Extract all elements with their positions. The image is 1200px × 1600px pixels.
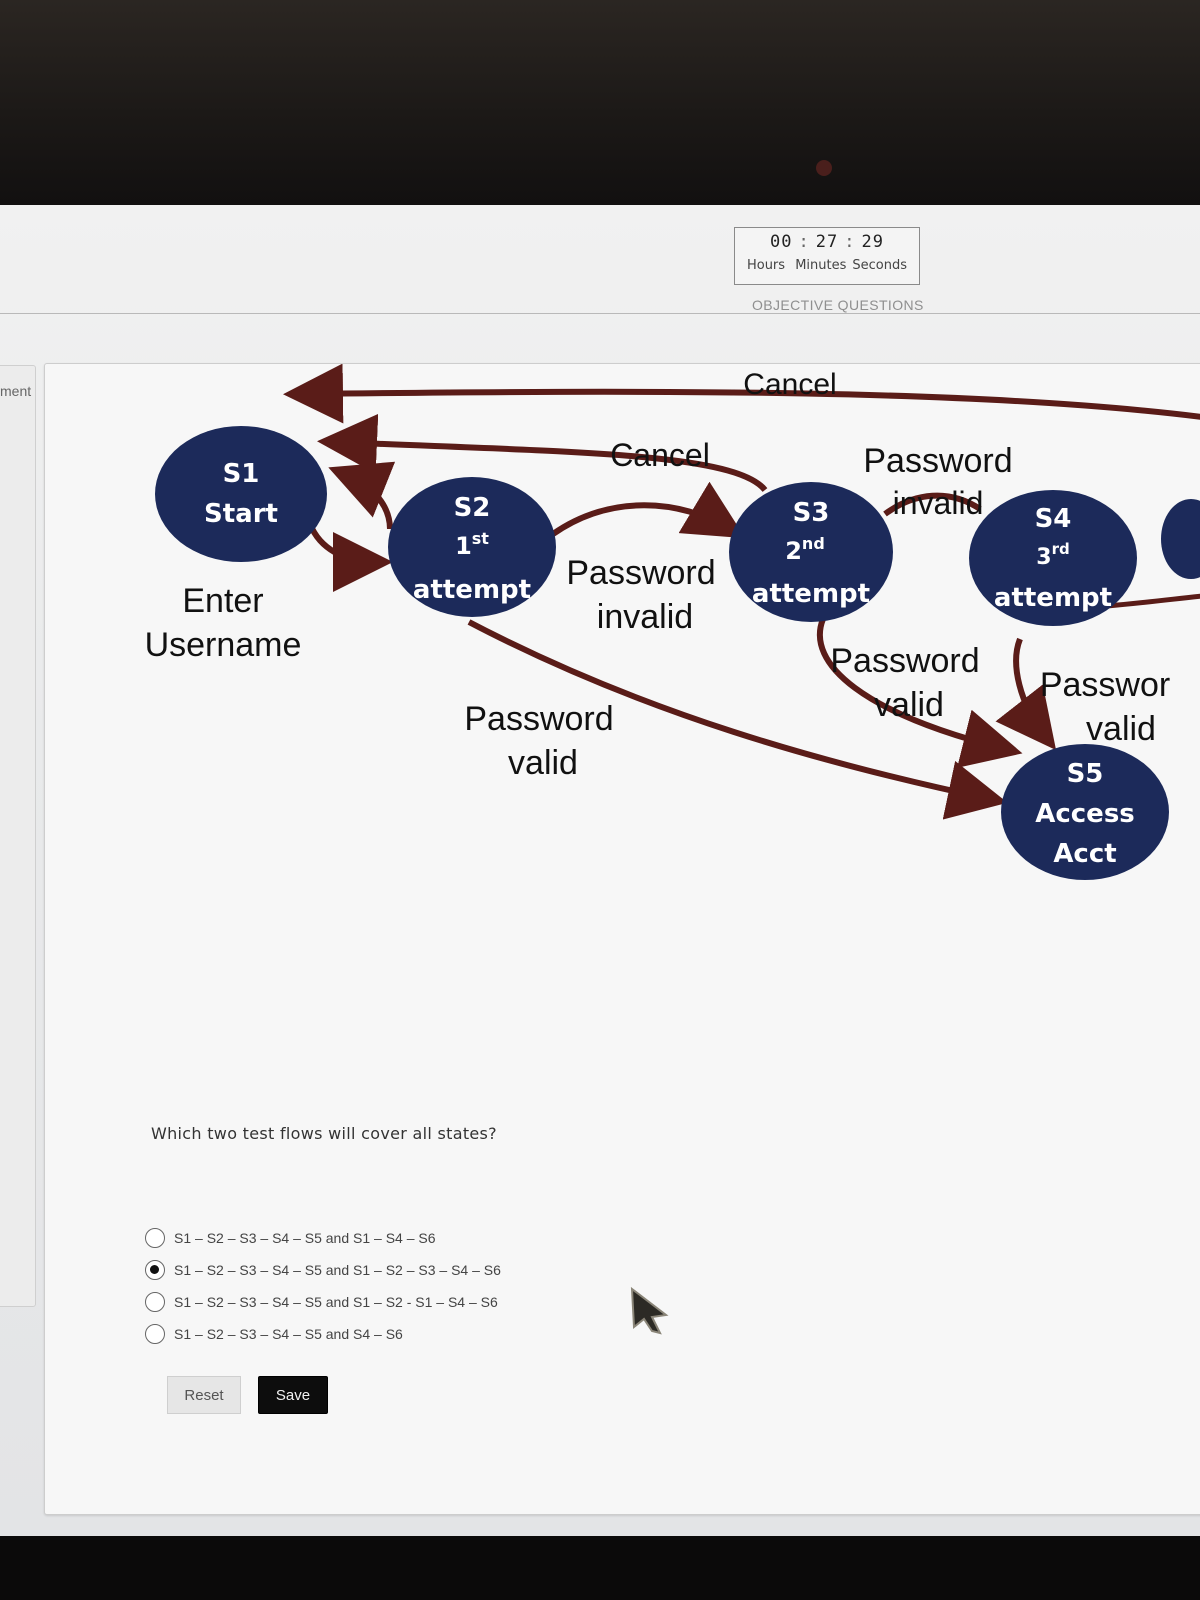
offscreen-state-node — [1161, 499, 1200, 579]
s4-ordinal-suffix: rd — [1052, 540, 1070, 558]
arrow-s2-s1 — [328, 461, 396, 530]
countdown-timer: 00:27:29 Hours Minutes Seconds — [734, 227, 920, 285]
s2-ordinal-number: 1 — [455, 532, 472, 560]
section-title: OBJECTIVE QUESTIONS — [752, 297, 924, 313]
save-button[interactable]: Save — [258, 1376, 328, 1414]
label-pw-invalid-a-2: invalid — [597, 598, 693, 636]
radio-button[interactable] — [145, 1228, 165, 1248]
arrow-s2-s3 — [551, 481, 746, 539]
label-pw-invalid-b-2: invalid — [893, 485, 984, 521]
laptop-bezel-bottom — [0, 1536, 1200, 1600]
label-enter: Enter — [182, 582, 263, 620]
timer-minutes: 27 — [815, 232, 839, 252]
label-pw-valid-c-1: Passwor — [1040, 666, 1170, 704]
webcam-indicator — [816, 160, 832, 176]
question-text: Which two test flows will cover all stat… — [151, 1124, 497, 1143]
s4-ordinal-number: 3 — [1036, 545, 1051, 570]
answer-option-2[interactable]: S1 – S2 – S3 – S4 – S5 and S1 – S2 – S3 … — [145, 1254, 501, 1286]
s2-ordinal-suffix: st — [472, 529, 490, 548]
s5-line2: Acct — [1053, 839, 1116, 869]
s4-id: S4 — [1035, 504, 1072, 534]
arrow-s3-s5 — [816, 617, 1023, 768]
s3-ordinal-number: 2 — [785, 537, 802, 565]
s1-id: S1 — [223, 459, 260, 489]
arrow-s1-s2 — [307, 522, 393, 592]
answer-option-1[interactable]: S1 – S2 – S3 – S4 – S5 and S1 – S4 – S6 — [145, 1222, 501, 1254]
label-pw-valid-a-1: Password — [464, 700, 613, 738]
timer-minutes-label: Minutes — [795, 258, 847, 273]
header-divider — [0, 313, 1200, 314]
s2-name: attempt — [413, 575, 531, 605]
s5-line1: Access — [1035, 799, 1135, 829]
side-panel-label: ment — [0, 383, 32, 399]
s3-id: S3 — [793, 498, 830, 528]
s1-name: Start — [204, 499, 278, 529]
radio-button[interactable] — [145, 1324, 165, 1344]
label-cancel-mid: Cancel — [610, 437, 710, 473]
laptop-bezel-top — [0, 0, 1200, 205]
answer-option-4[interactable]: S1 – S2 – S3 – S4 – S5 and S4 – S6 — [145, 1318, 501, 1350]
label-pw-valid-a-2: valid — [508, 744, 578, 782]
answer-option-3[interactable]: S1 – S2 – S3 – S4 – S5 and S1 – S2 - S1 … — [145, 1286, 501, 1318]
radio-button[interactable] — [145, 1292, 165, 1312]
s3-ordinal-suffix: nd — [802, 534, 825, 553]
label-username: Username — [145, 626, 302, 664]
question-card: S1 Start S2 1st attempt S3 2nd attempt S… — [44, 363, 1200, 1515]
s3-name: attempt — [752, 579, 870, 609]
label-pw-valid-b-2: valid — [874, 686, 944, 724]
s5-id: S5 — [1067, 759, 1104, 789]
answer-option-label: S1 – S2 – S3 – S4 – S5 and S1 – S2 - S1 … — [174, 1294, 498, 1310]
mouse-cursor-icon — [630, 1287, 669, 1335]
label-pw-valid-c-2: valid — [1086, 710, 1156, 748]
answer-option-label: S1 – S2 – S3 – S4 – S5 and S1 – S2 – S3 … — [174, 1262, 501, 1278]
timer-values: 00:27:29 — [770, 232, 884, 252]
label-cancel-top: Cancel — [743, 368, 836, 401]
timer-hours-label: Hours — [746, 258, 786, 273]
label-pw-valid-b-1: Password — [830, 642, 979, 680]
radio-button-selected[interactable] — [145, 1260, 165, 1280]
side-panel — [0, 365, 36, 1307]
timer-units: Hours Minutes Seconds — [735, 258, 919, 273]
answer-options: S1 – S2 – S3 – S4 – S5 and S1 – S4 – S6 … — [145, 1222, 501, 1350]
s4-name: attempt — [994, 583, 1112, 613]
state-s1-node — [155, 426, 327, 562]
answer-option-label: S1 – S2 – S3 – S4 – S5 and S1 – S4 – S6 — [174, 1230, 436, 1246]
label-pw-invalid-a-1: Password — [566, 554, 715, 592]
reset-button[interactable]: Reset — [167, 1376, 241, 1414]
label-pw-invalid-b-1: Password — [863, 442, 1012, 480]
s2-id: S2 — [454, 493, 491, 523]
answer-option-label: S1 – S2 – S3 – S4 – S5 and S4 – S6 — [174, 1326, 403, 1342]
exam-screen: 00:27:29 Hours Minutes Seconds OBJECTIVE … — [0, 205, 1200, 1536]
timer-hours: 00 — [770, 232, 793, 252]
timer-seconds: 29 — [861, 232, 884, 252]
state-transition-diagram: S1 Start S2 1st attempt S3 2nd attempt S… — [145, 364, 1200, 880]
timer-seconds-label: Seconds — [852, 258, 908, 273]
